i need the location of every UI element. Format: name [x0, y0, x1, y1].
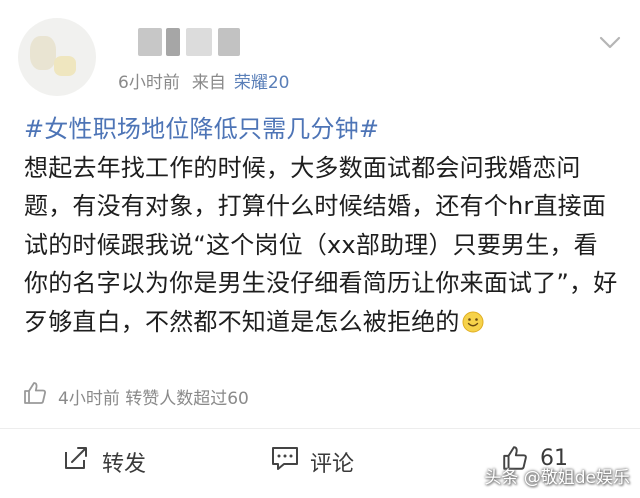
- topic-hashtag[interactable]: #女性职场地位降低只需几分钟#: [24, 110, 620, 149]
- comment-icon: [272, 447, 298, 470]
- post-time: 6小时前: [118, 73, 180, 93]
- source-label: 来自: [191, 73, 226, 93]
- chevron-down-icon[interactable]: [598, 34, 622, 52]
- share-label: 转发: [102, 452, 147, 477]
- post-meta: 6小时前 来自 荣耀20: [118, 68, 289, 93]
- share-icon: [65, 447, 87, 469]
- post-body: 想起去年找工作的时候，大多数面试都会问我婚恋问题，有没有对象，打算什么时候结婚，…: [24, 153, 618, 336]
- post-content: #女性职场地位降低只需几分钟# 想起去年找工作的时候，大多数面试都会问我婚恋问题，…: [24, 110, 620, 341]
- pixel-block: [186, 28, 212, 56]
- username-pixelated[interactable]: [138, 24, 258, 60]
- device-link[interactable]: 荣耀20: [234, 73, 290, 93]
- watermark: 头条 @敬姐de娱乐: [484, 468, 630, 488]
- divider: [0, 428, 640, 429]
- avatar[interactable]: [18, 18, 96, 96]
- pixel-block: [138, 28, 162, 56]
- thumbs-up-icon: [24, 382, 46, 404]
- pixel-block: [166, 28, 180, 56]
- pixel-block: [218, 28, 240, 56]
- avatar-image-part: [30, 36, 56, 70]
- like-info-text: 4小时前 转赞人数超过60: [58, 389, 249, 409]
- comment-label: 评论: [310, 452, 355, 477]
- smile-emoji-icon: [462, 311, 484, 332]
- avatar-image-part: [54, 56, 76, 76]
- like-info-row: 4小时前 转赞人数超过60: [22, 376, 422, 416]
